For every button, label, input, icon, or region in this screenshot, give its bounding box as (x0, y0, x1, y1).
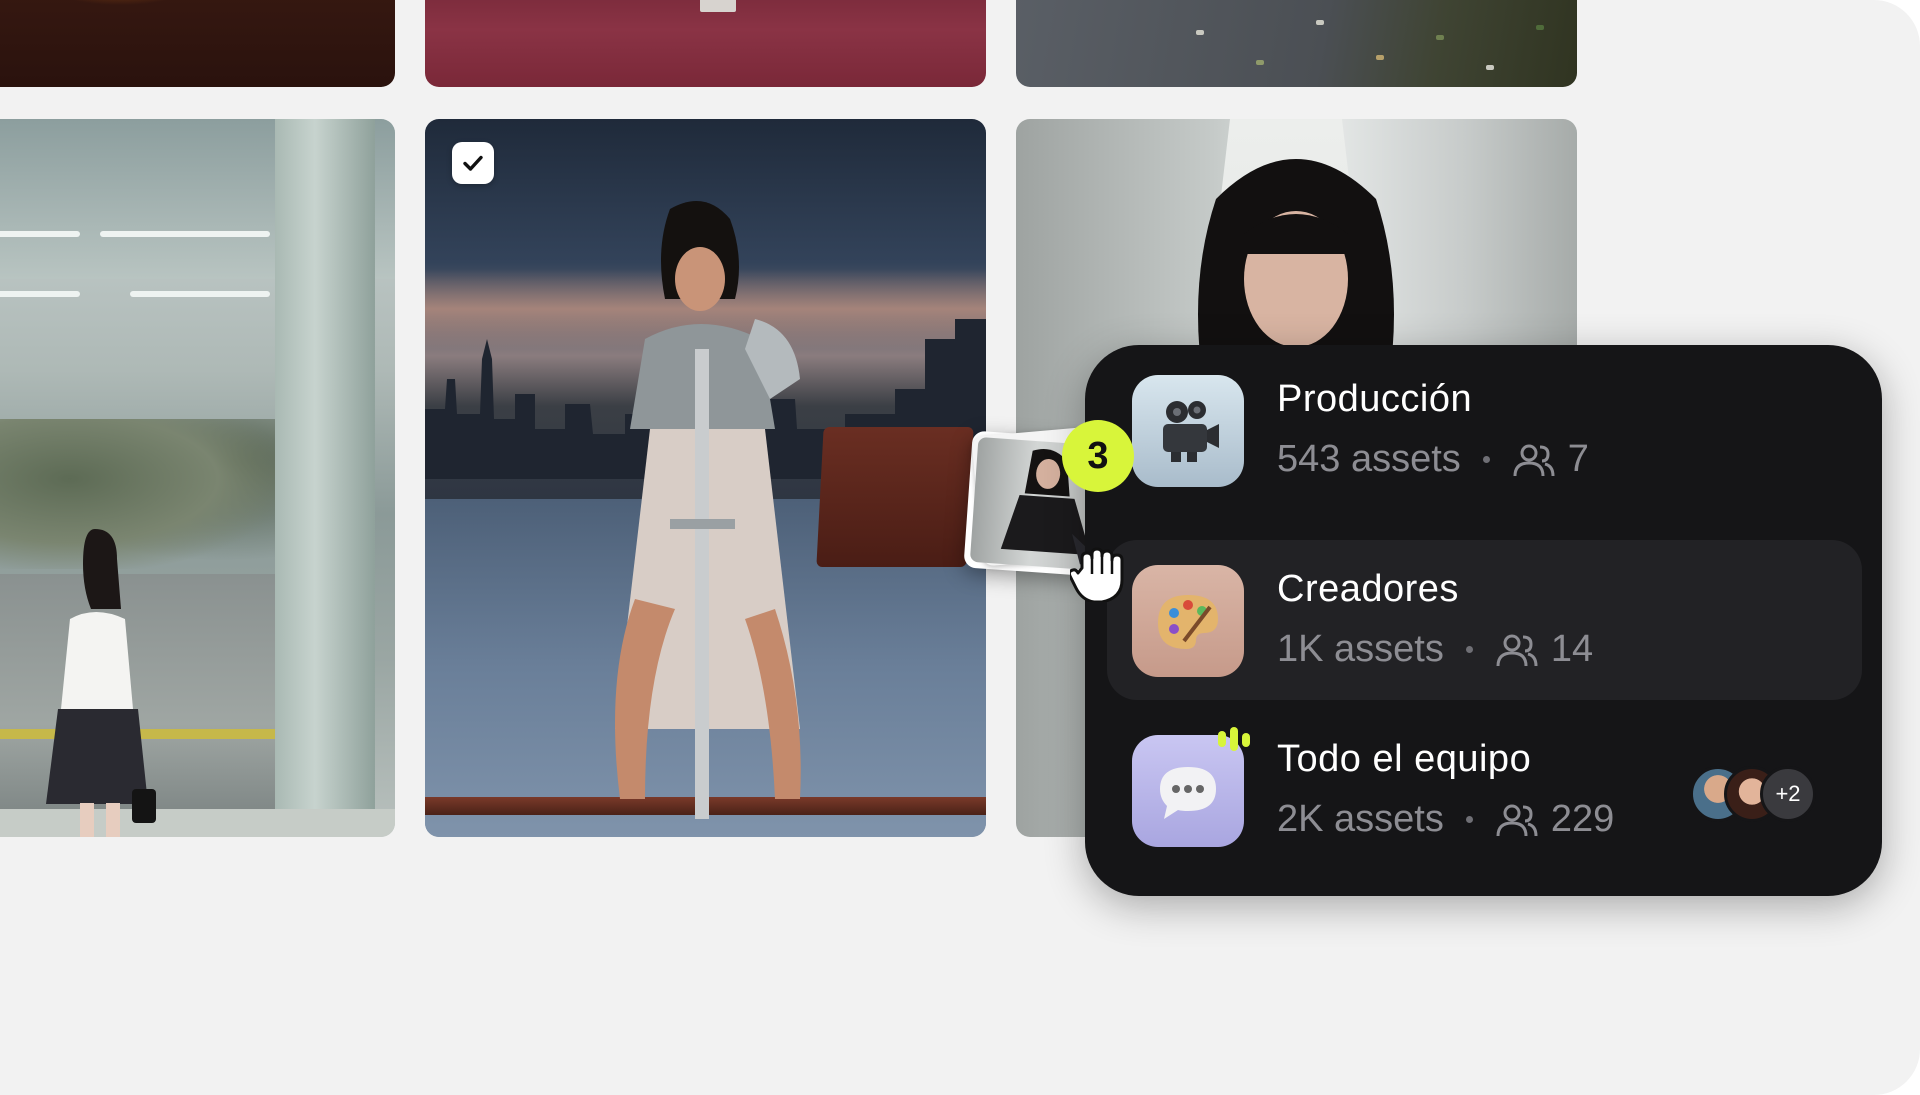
member-count: 14 (1550, 628, 1594, 670)
warrior-figure (615, 201, 801, 819)
checkmark-icon (463, 155, 483, 171)
activity-bars-icon (1218, 727, 1250, 751)
workspace-meta: 543 assets 7 (1277, 438, 1589, 481)
workspace-title: Creadores (1277, 568, 1459, 610)
image-tile[interactable] (0, 0, 395, 87)
members-icon (1496, 634, 1538, 666)
workspace-meta: 2K assets 229 (1277, 798, 1614, 841)
workspace-item-produccion[interactable]: Producción 543 assets 7 (1107, 350, 1862, 510)
asset-count: 543 assets (1277, 438, 1461, 480)
workspace-item-todo-el-equipo[interactable]: Todo el equipo 2K assets 229 +2 (1107, 710, 1862, 870)
selected-checkbox[interactable] (452, 142, 494, 184)
speech-bubble-icon (1132, 727, 1250, 847)
members-icon (1496, 804, 1538, 836)
workspace-item-creadores[interactable]: Creadores 1K assets 14 (1107, 540, 1862, 700)
member-avatars[interactable]: +2 (1690, 766, 1840, 822)
image-tile[interactable] (425, 0, 986, 87)
asset-count: 1K assets (1277, 628, 1444, 670)
gallery-canvas: 3 Producción 543 assets 7 Creadores 1K a… (0, 0, 1920, 1095)
image-tile[interactable] (0, 119, 395, 837)
workspace-drop-panel: Producción 543 assets 7 Creadores 1K ass… (1085, 345, 1882, 896)
workspace-title: Producción (1277, 378, 1473, 420)
film-camera-icon (1132, 375, 1244, 487)
more-members-badge: +2 (1760, 766, 1816, 822)
member-count: 229 (1550, 798, 1615, 840)
workspace-meta: 1K assets 14 (1277, 628, 1593, 671)
asset-count: 2K assets (1277, 798, 1444, 840)
image-tile[interactable] (1016, 0, 1577, 87)
workspace-title: Todo el equipo (1277, 738, 1532, 780)
member-count: 7 (1567, 438, 1589, 480)
paint-palette-icon (1132, 565, 1244, 677)
drag-count-badge: 3 (1062, 420, 1134, 492)
grab-hand-cursor-icon (1070, 547, 1124, 602)
members-icon (1513, 444, 1555, 476)
person-figure (46, 529, 156, 837)
image-tile-selected[interactable] (425, 119, 986, 837)
